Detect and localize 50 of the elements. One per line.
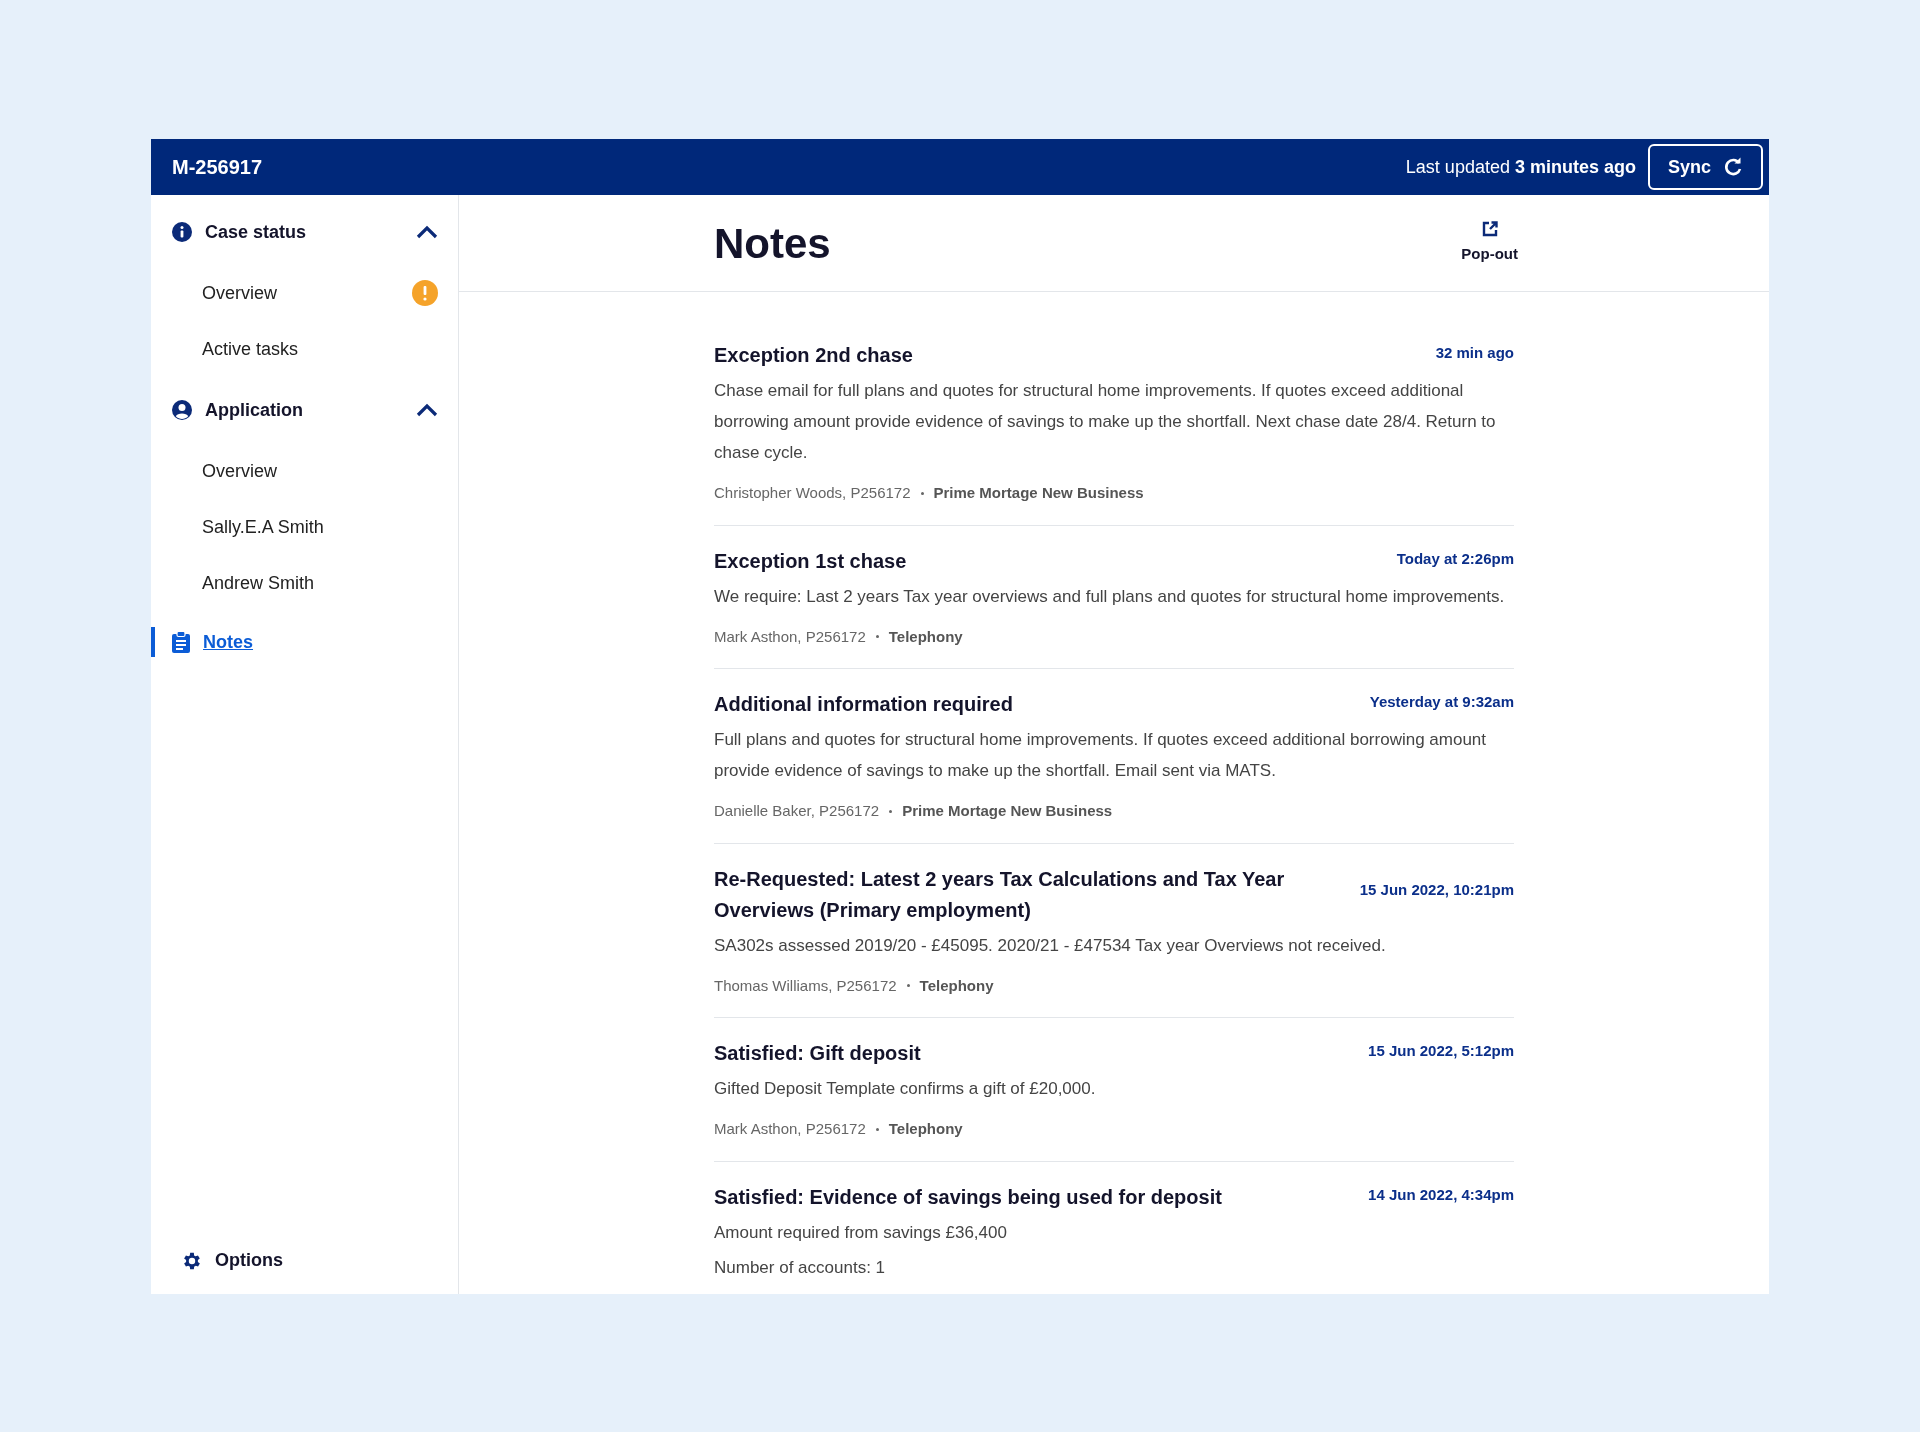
note-title: Additional information required xyxy=(714,692,1013,717)
chevron-up-icon xyxy=(416,403,438,417)
note-time: 15 Jun 2022, 10:21pm xyxy=(1359,879,1514,900)
note-text: SA302s assessed 2019/20 - £45095. 2020/21 - £47534 Tax year Overviews not received. xyxy=(714,934,1387,957)
note-time: 14 Jun 2022, 4:34pm xyxy=(1368,1184,1514,1205)
note-author: Danielle Baker, P256172 xyxy=(714,801,880,821)
note-time: 15 Jun 2022, 5:12pm xyxy=(1368,1041,1514,1061)
note-author: Thomas Williams, P256172 xyxy=(714,975,897,996)
sidebar-item[interactable]: Active tasks xyxy=(151,321,458,377)
notes-link[interactable]: Notes xyxy=(171,628,253,656)
note-title: Re-Requested: Latest 2 years Tax Calculations and Tax Year Overviews (Primary employment) xyxy=(714,866,1286,923)
note-team: Telephony xyxy=(888,1119,963,1139)
refresh-icon xyxy=(1723,157,1743,177)
note-time: Yesterday at 9:32am xyxy=(1369,692,1514,712)
section-header[interactable]: Application xyxy=(151,393,458,427)
section-header[interactable]: Case status xyxy=(151,215,458,249)
note-title: Satisfied: Gift deposit xyxy=(714,1041,921,1066)
options-button[interactable]: Options xyxy=(181,1247,458,1274)
chevron-up-icon xyxy=(416,225,438,239)
pop-out-button[interactable]: Pop-out xyxy=(1461,220,1518,266)
note-time: Today at 2:26pm xyxy=(1396,548,1514,569)
note-team: Telephony xyxy=(888,626,963,647)
note-author: Christopher Woods, P256172 xyxy=(714,483,911,503)
note-title: Exception 2nd chase xyxy=(714,343,913,368)
note-title: Exception 1st chase xyxy=(714,548,907,574)
note-time: 32 min ago xyxy=(1435,343,1514,363)
sidebar-item[interactable]: Overview xyxy=(151,265,458,321)
page-title: Notes xyxy=(714,218,831,269)
clipboard-icon xyxy=(171,631,191,653)
user-icon xyxy=(171,399,193,421)
note-text: Amount required from savings £36,400 xyxy=(714,1221,1008,1244)
note-team: Telephony xyxy=(919,975,994,996)
note-text: Chase email for full plans and quotes for structural home improvements. If quotes exceed additional borrowing amount provide evidence of savings to make up the shortfall. Next chase date 28/4. Return to chase cycle. xyxy=(714,380,1497,464)
note-text: Full plans and quotes for structural home improvements. If quotes exceed additional borrowing amount provide evidence of savings to make up the shortfall. Email sent via MATS. xyxy=(714,729,1488,782)
note-team: Prime Mortage New Business xyxy=(933,483,1144,503)
sidebar-item[interactable]: Sally.E.A Smith xyxy=(151,499,458,555)
note-title: Satisfied: Evidence of savings being used for deposit xyxy=(714,1184,1222,1210)
note-text: Gifted Deposit Template confirms a gift of £20,000. xyxy=(714,1078,1097,1100)
external-link-icon xyxy=(1481,220,1498,237)
last-updated-text: Last updated 3 minutes ago xyxy=(1405,155,1636,179)
note-author: Mark Asthon, P256172 xyxy=(714,1119,866,1139)
note-team: Prime Mortage New Business xyxy=(902,801,1113,821)
info-icon xyxy=(171,221,193,243)
case-id: M-256917 xyxy=(172,155,263,180)
note-text: Number of accounts: 1 xyxy=(714,1256,887,1279)
sidebar-item[interactable]: Overview xyxy=(151,443,458,499)
sync-button[interactable]: Sync xyxy=(1647,144,1763,190)
note-text: We require: Last 2 years Tax year overviews and full plans and quotes for structural home improvements. xyxy=(714,585,1506,608)
sidebar-item[interactable]: Andrew Smith xyxy=(151,555,458,611)
note-author: Mark Asthon, P256172 xyxy=(714,626,866,647)
